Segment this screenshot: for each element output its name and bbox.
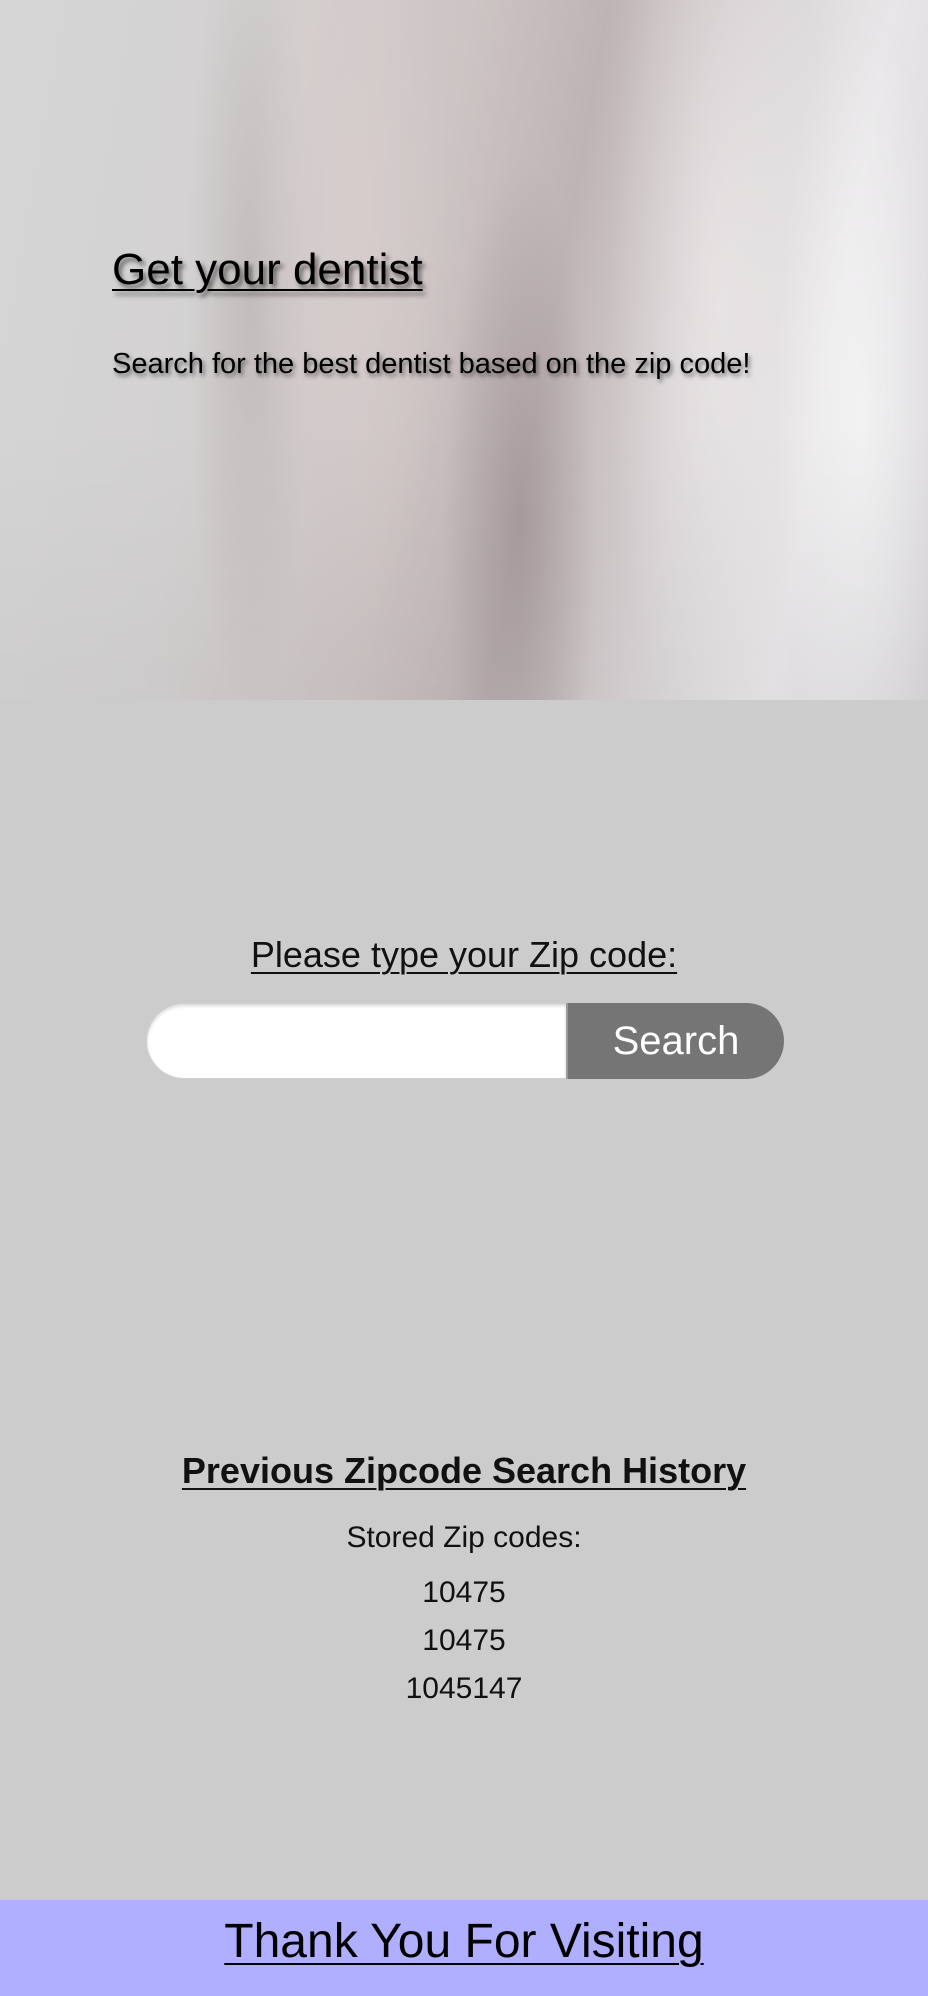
stored-zip-codes-label: Stored Zip codes: — [346, 1521, 582, 1554]
footer: Thank You For Visiting — [0, 1900, 928, 1996]
search-button[interactable]: Search — [566, 1003, 784, 1079]
footer-text: Thank You For Visiting — [224, 1915, 704, 1968]
page-title: Get your dentist — [112, 245, 423, 294]
zip-code-input[interactable] — [146, 1003, 566, 1079]
stored-zip-codes-list: 10475 10475 1045147 — [0, 1569, 928, 1713]
zip-search-form: Search — [146, 1003, 784, 1079]
hero-subtitle: Search for the best dentist based on the… — [112, 348, 751, 380]
list-item: 10475 — [422, 1576, 506, 1609]
history-title: Previous Zipcode Search History — [181, 1450, 747, 1491]
zip-code-label: Please type your Zip code: — [250, 934, 678, 975]
hero-banner: Get your dentist Search for the best den… — [0, 0, 928, 700]
list-item: 10475 — [422, 1624, 506, 1657]
list-item: 1045147 — [405, 1672, 523, 1705]
